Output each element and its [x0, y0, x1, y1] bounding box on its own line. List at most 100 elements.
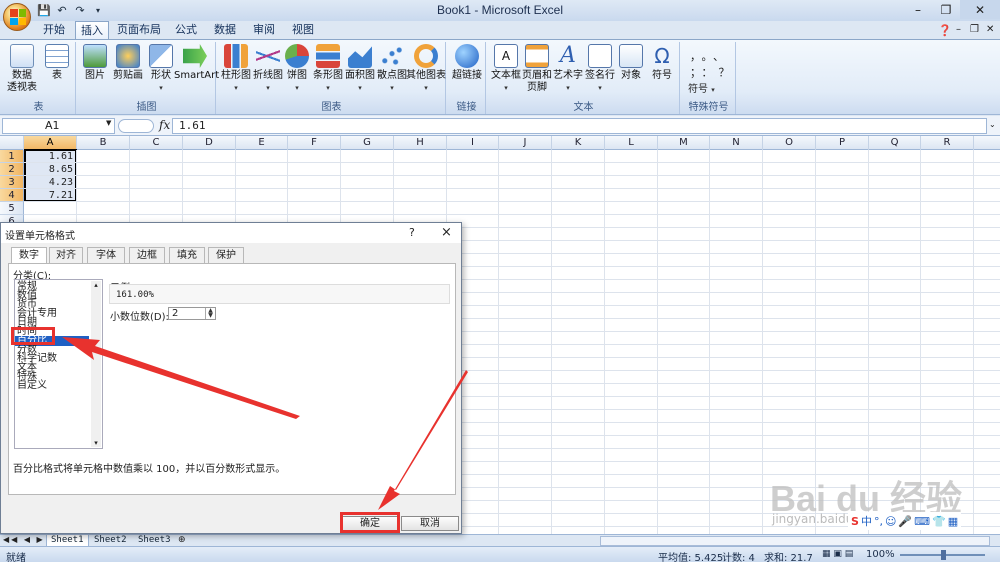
wordart-button[interactable]: A 艺术字 ▾ [552, 44, 584, 94]
row-header-5[interactable]: 5 [0, 202, 24, 215]
signature-line-button[interactable]: 签名行 ▾ [584, 44, 616, 94]
close-icon[interactable]: ✕ [960, 0, 1000, 19]
symbol-period[interactable]: 。 [702, 50, 714, 63]
ribbon-close-icon[interactable]: ✕ [986, 24, 994, 35]
gridline-horizontal [24, 175, 1000, 176]
column-header-b[interactable]: B [77, 136, 130, 150]
dialog-tab-number[interactable]: 数字 [11, 247, 47, 264]
header-footer-button[interactable]: 页眉和 页脚 [522, 44, 552, 94]
pivot-table-button[interactable]: 数据 透视表 [4, 44, 40, 94]
dialog-tab-fill[interactable]: 填充 [169, 247, 205, 263]
symbol-button[interactable]: Ω 符号 [646, 44, 678, 82]
bar-chart-button[interactable]: 条形图 ▾ [312, 44, 344, 94]
column-header-f[interactable]: F [288, 136, 341, 150]
column-header-r[interactable]: R [921, 136, 974, 150]
column-header-q[interactable]: Q [869, 136, 921, 150]
ime-grid-icon: ▦ [947, 514, 959, 528]
tab-view[interactable]: 视图 [285, 21, 321, 39]
other-charts-button[interactable]: 其他图表 ▾ [406, 44, 446, 94]
insert-sheet-icon[interactable]: ⊕ [178, 535, 186, 545]
dialog-tab-font[interactable]: 字体 [87, 247, 125, 263]
column-header-o[interactable]: O [763, 136, 816, 150]
symbol-enum-comma[interactable]: 、 [713, 50, 730, 63]
column-chart-button[interactable]: 柱形图 ▾ [220, 44, 252, 94]
row-header-3[interactable]: 3 [0, 176, 24, 189]
tab-home[interactable]: 开始 [34, 21, 74, 39]
row-header-1[interactable]: 1 [0, 150, 24, 163]
symbol-question[interactable]: ？ [719, 66, 736, 79]
category-scrollbar[interactable]: ▴ ▾ [91, 281, 101, 447]
symbol-colon[interactable]: ： [702, 66, 719, 79]
ribbon-tabs: 开始 插入 页面布局 公式 数据 审阅 视图 ❓ – ❐ ✕ [0, 21, 1000, 40]
scatter-chart-button[interactable]: 散点图 ▾ [376, 44, 408, 94]
dialog-tabs: 数字 对齐 字体 边框 填充 保护 [8, 247, 456, 264]
column-header-a[interactable]: A [24, 136, 77, 150]
shapes-button[interactable]: 形状 ▾ [146, 44, 176, 94]
wordart-icon: A [560, 43, 576, 68]
row-header-4[interactable]: 4 [0, 189, 24, 202]
office-button[interactable] [3, 3, 31, 31]
line-chart-button[interactable]: 折线图 ▾ [252, 44, 284, 94]
horizontal-scrollbar[interactable] [600, 536, 990, 546]
column-header-m[interactable]: M [658, 136, 710, 150]
minimize-icon[interactable]: – [904, 0, 932, 19]
cancel-button[interactable]: 取消 [401, 516, 459, 531]
column-header-p[interactable]: P [816, 136, 869, 150]
formula-bar-expander[interactable] [118, 119, 154, 133]
column-header-n[interactable]: N [710, 136, 763, 150]
insert-function-icon[interactable]: fx [159, 118, 170, 132]
view-buttons[interactable]: ▦ ▣ ▤ [822, 549, 853, 559]
column-header-e[interactable]: E [236, 136, 288, 150]
column-header-h[interactable]: H [394, 136, 447, 150]
ime-logo-icon: S [851, 514, 859, 528]
clip-art-button[interactable]: 剪贴画 [110, 44, 146, 82]
restore-icon[interactable]: ❐ [932, 0, 960, 19]
symbol-comma[interactable]: ， [690, 50, 702, 63]
smartart-button[interactable]: SmartArt [174, 44, 219, 82]
column-header-j[interactable]: J [499, 136, 552, 150]
text-box-button[interactable]: A 文本框 ▾ [490, 44, 522, 94]
help-icon[interactable]: ❓ [938, 24, 952, 37]
category-item[interactable]: 自定义 [17, 381, 47, 391]
object-button[interactable]: 对象 [616, 44, 646, 82]
dialog-tab-border[interactable]: 边框 [129, 247, 165, 263]
column-header-g[interactable]: G [341, 136, 394, 150]
column-header-k[interactable]: K [552, 136, 605, 150]
name-box[interactable]: A1 [2, 118, 115, 134]
column-header-d[interactable]: D [183, 136, 236, 150]
spinner-arrows-icon[interactable]: ▲ ▼ [205, 308, 215, 319]
dialog-close-icon[interactable]: × [441, 225, 452, 240]
tab-review[interactable]: 审阅 [246, 21, 282, 39]
window-title: Book1 - Microsoft Excel [436, 3, 564, 17]
ime-toolbar[interactable]: S 中 °, ☺ 🎤 ⌨ 👕 ▦ [848, 512, 962, 530]
area-chart-button[interactable]: 面积图 ▾ [344, 44, 376, 94]
column-header-l[interactable]: L [605, 136, 658, 150]
group-label-tables: 表 [33, 102, 44, 113]
zoom-slider-thumb[interactable] [941, 550, 946, 560]
ribbon-restore-icon[interactable]: ❐ [970, 24, 979, 35]
select-all-corner[interactable] [0, 136, 24, 150]
special-symbol-button[interactable]: 符号 ▾ [688, 80, 715, 95]
picture-button[interactable]: 图片 [80, 44, 110, 82]
pie-chart-button[interactable]: 饼图 ▾ [284, 44, 310, 94]
zoom-level[interactable]: 100% [866, 549, 895, 560]
row-header-2[interactable]: 2 [0, 163, 24, 176]
dialog-tab-alignment[interactable]: 对齐 [49, 247, 83, 263]
table-button[interactable]: 表 [42, 44, 72, 82]
formula-expand-icon[interactable]: ⌄ [989, 120, 996, 129]
tab-page-layout[interactable]: 页面布局 [112, 21, 166, 39]
gridline-vertical [709, 150, 710, 534]
tab-insert[interactable]: 插入 [75, 21, 109, 40]
chevron-down-icon[interactable]: ▼ [106, 119, 111, 127]
dialog-tab-protection[interactable]: 保护 [208, 247, 244, 263]
column-header-i[interactable]: I [447, 136, 499, 150]
column-header-c[interactable]: C [130, 136, 183, 150]
tab-formulas[interactable]: 公式 [168, 21, 204, 39]
dialog-help-icon[interactable]: ? [409, 226, 415, 239]
formula-input[interactable]: 1.61 [172, 118, 987, 134]
ribbon-minimize-icon[interactable]: – [956, 24, 961, 35]
tab-data[interactable]: 数据 [207, 21, 243, 39]
hyperlink-button[interactable]: 超链接 [450, 44, 484, 82]
category-list[interactable]: 常规 数值 货币 会计专用 日期 时间 百分比 分数 科学记数 文本 特殊 自定义 ▴ ▾ [14, 279, 103, 449]
symbol-semicolon[interactable]: ； [690, 66, 702, 79]
